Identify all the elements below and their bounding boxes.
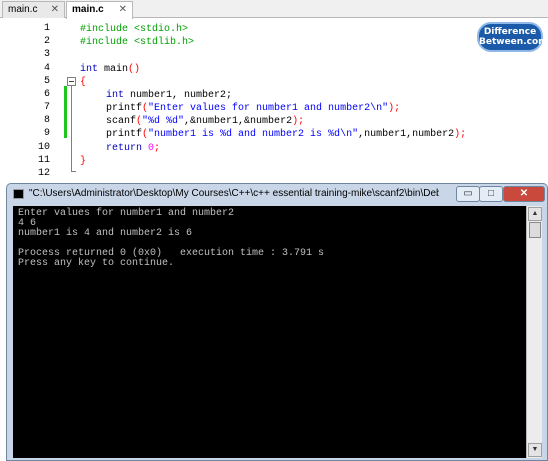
console-app-icon[interactable] bbox=[13, 189, 24, 199]
code-line-7: printf("Enter values for number1 and num… bbox=[106, 102, 400, 115]
change-marker bbox=[64, 86, 67, 138]
code-line-4: int main() bbox=[80, 63, 140, 76]
close-icon[interactable]: ✕ bbox=[51, 2, 59, 18]
console-title-bar[interactable]: "C:\Users\Administrator\Desktop\My Cours… bbox=[7, 184, 547, 206]
code-line-9: printf("number1 is %d and number2 is %d\… bbox=[106, 128, 466, 141]
line-number: 12 bbox=[37, 168, 50, 179]
line-number: 9 bbox=[43, 128, 50, 139]
tab-main-c-2-active[interactable]: main.c ✕ bbox=[66, 1, 133, 19]
code-line-2: #include <stdlib.h> bbox=[80, 36, 194, 49]
preprocessor: #include <stdlib.h> bbox=[80, 37, 195, 48]
string-literal: "%d %d" bbox=[142, 116, 185, 127]
function-name: printf bbox=[106, 129, 143, 140]
tab-label: main.c bbox=[8, 4, 38, 15]
line-number: 11 bbox=[37, 155, 50, 166]
maximize-button[interactable]: □ bbox=[479, 186, 503, 202]
code-line-10: return 0; bbox=[106, 142, 160, 155]
line-number: 8 bbox=[43, 115, 50, 126]
operator: ); bbox=[454, 129, 467, 140]
line-number: 6 bbox=[43, 89, 50, 100]
fold-guide bbox=[71, 86, 72, 171]
identifier: ,&number1,&number2 bbox=[184, 116, 293, 127]
operator: ); bbox=[388, 103, 401, 114]
operator: { bbox=[80, 77, 87, 88]
operator: ; bbox=[154, 143, 161, 154]
keyword: int bbox=[106, 90, 125, 101]
operator: } bbox=[80, 156, 87, 167]
string-literal: "Enter values for number1 and number2\n" bbox=[148, 103, 389, 114]
scroll-down-icon[interactable]: ▼ bbox=[528, 443, 542, 457]
line-number: 2 bbox=[43, 36, 50, 47]
output-line: Enter values for number1 and number2 bbox=[18, 208, 235, 219]
output-line: number1 is 4 and number2 is 6 bbox=[18, 228, 193, 239]
operator: () bbox=[128, 64, 141, 75]
close-button[interactable]: ✕ bbox=[503, 186, 545, 202]
keyword: int bbox=[80, 64, 99, 75]
line-number: 5 bbox=[43, 76, 50, 87]
output-line: Press any key to continue. bbox=[18, 258, 175, 269]
function-name: printf bbox=[106, 103, 143, 114]
line-number: 7 bbox=[43, 102, 50, 113]
string-literal: "number1 is %d and number2 is %d\n" bbox=[148, 129, 359, 140]
tab-bar: main.c ✕ main.c ✕ bbox=[0, 0, 548, 19]
logo-line-1: Difference bbox=[483, 27, 537, 37]
watermark-logo: Difference Between.com bbox=[477, 22, 548, 52]
code-area[interactable]: #include <stdio.h> #include <stdlib.h> i… bbox=[80, 19, 540, 190]
line-number: 4 bbox=[43, 63, 50, 74]
scroll-thumb[interactable] bbox=[529, 222, 541, 238]
identifier: ,number1,number2 bbox=[358, 129, 455, 140]
logo-line-2: Between.com bbox=[479, 37, 548, 47]
minimize-button[interactable]: ▭ bbox=[456, 186, 480, 202]
line-number: 3 bbox=[43, 49, 50, 60]
identifier: main bbox=[98, 64, 129, 75]
code-line-11: } bbox=[80, 155, 86, 168]
identifier: number1, number2; bbox=[124, 90, 233, 101]
scroll-up-icon[interactable]: ▲ bbox=[528, 207, 542, 221]
function-name: scanf bbox=[106, 116, 137, 127]
fold-toggle-icon[interactable] bbox=[67, 77, 76, 86]
number-literal: 0 bbox=[142, 143, 155, 154]
code-editor[interactable]: main.c ✕ main.c ✕ 1 2 3 4 5 6 7 8 9 10 1… bbox=[0, 0, 548, 190]
line-number: 10 bbox=[37, 142, 50, 153]
console-window[interactable]: "C:\Users\Administrator\Desktop\My Cours… bbox=[6, 183, 548, 461]
code-line-6: int number1, number2; bbox=[106, 89, 232, 102]
fold-guide-end bbox=[71, 171, 76, 172]
preprocessor: #include <stdio.h> bbox=[80, 24, 189, 35]
line-number: 1 bbox=[43, 23, 50, 34]
code-line-8: scanf("%d %d",&number1,&number2); bbox=[106, 115, 304, 128]
console-output-area[interactable]: Enter values for number1 and number2 4 6… bbox=[13, 206, 526, 458]
tab-label: main.c bbox=[72, 4, 104, 15]
tab-main-c-1[interactable]: main.c ✕ bbox=[2, 1, 65, 18]
line-number-gutter: 1 2 3 4 5 6 7 8 9 10 11 12 bbox=[0, 19, 62, 190]
operator: ); bbox=[292, 116, 305, 127]
keyword: return bbox=[106, 143, 143, 154]
code-line-1: #include <stdio.h> bbox=[80, 23, 188, 36]
console-title: "C:\Users\Administrator\Desktop\My Cours… bbox=[29, 188, 439, 199]
close-icon[interactable]: ✕ bbox=[119, 2, 127, 18]
code-line-5: { bbox=[80, 76, 86, 89]
vertical-scrollbar[interactable]: ▲ ▼ bbox=[526, 206, 542, 458]
